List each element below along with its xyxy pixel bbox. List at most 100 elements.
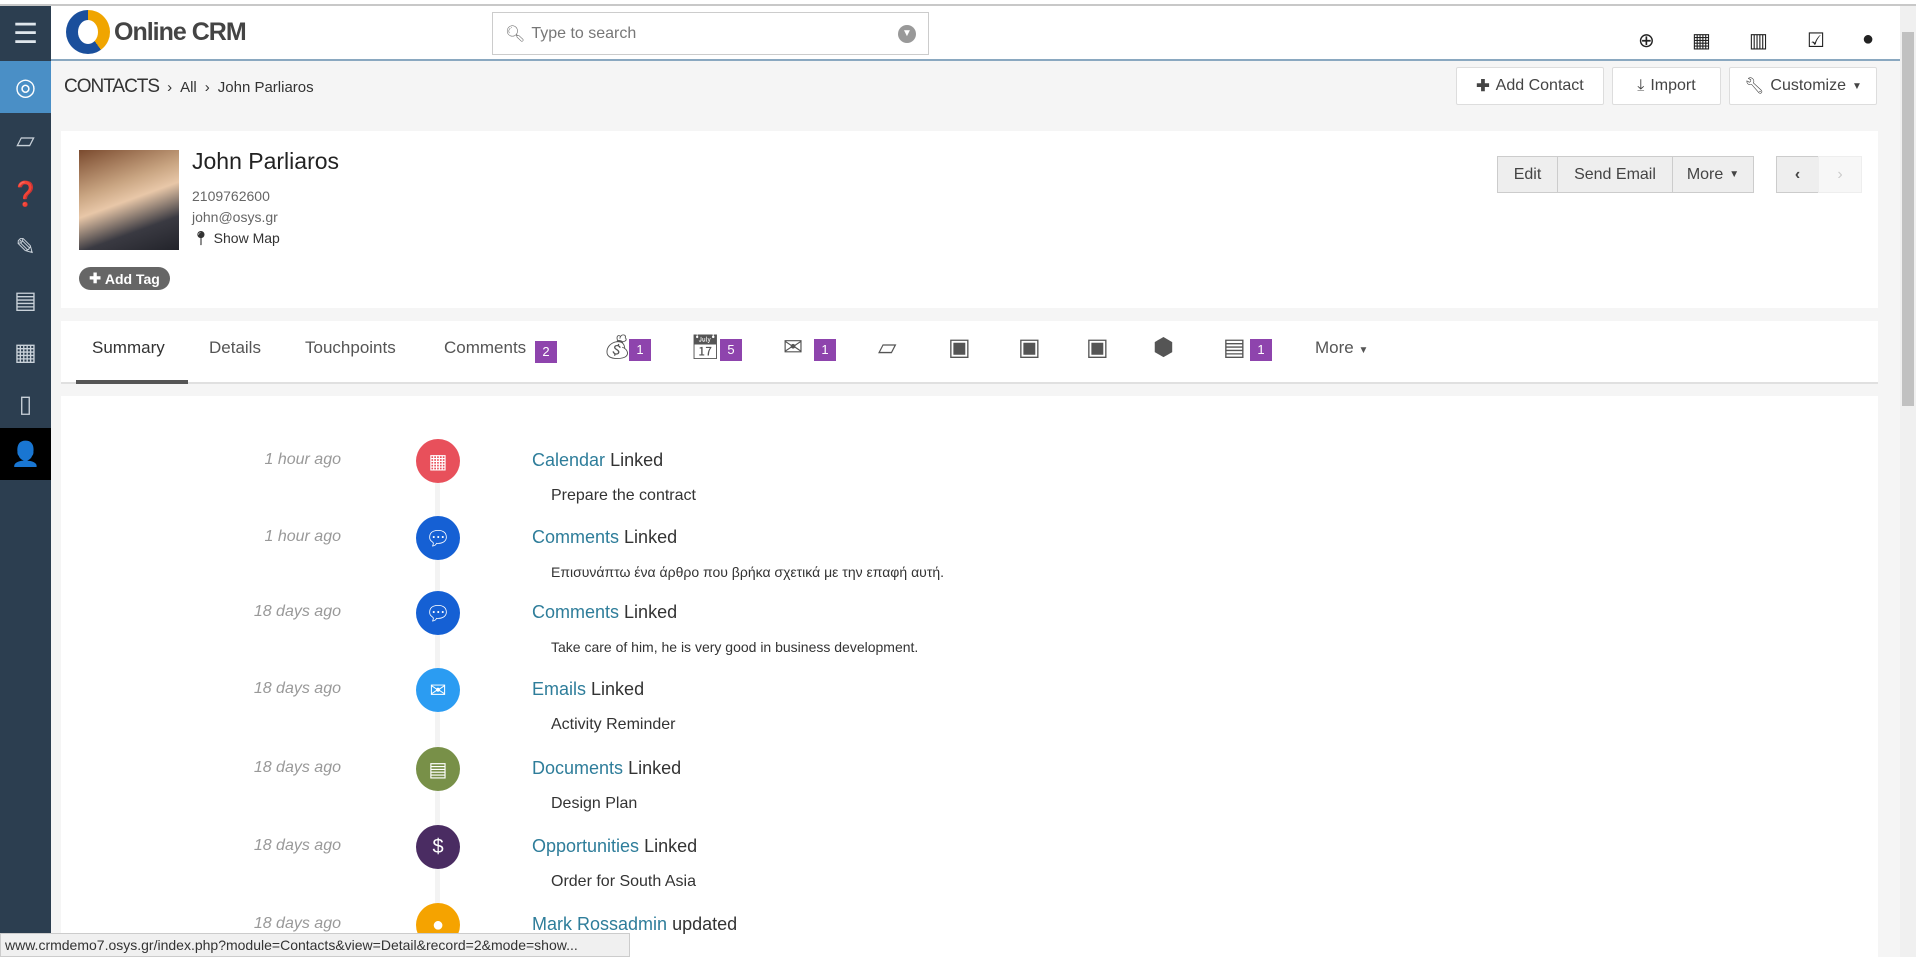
contact-email[interactable]: john@osys.gr — [192, 209, 278, 225]
timeline-detail: Design Plan — [551, 795, 638, 812]
summary-timeline — [61, 396, 1878, 957]
menu-icon[interactable]: ☰ — [0, 6, 51, 61]
tab-details[interactable]: Details — [209, 338, 261, 358]
caret-down-icon: ▼ — [1729, 169, 1740, 180]
logo-text: Online CRM — [114, 17, 247, 46]
edit-document-icon: ✎ — [15, 233, 36, 261]
timeline-module-link[interactable]: Comments — [532, 602, 619, 622]
tab-comments[interactable]: Comments — [444, 338, 526, 358]
search-input[interactable]: 🔍︎ Type to search ▼ — [492, 12, 929, 55]
edit-button[interactable]: Edit — [1497, 156, 1558, 193]
comments-icon: 💬︎ — [416, 591, 460, 635]
timeline-time: 18 days ago — [253, 680, 341, 697]
sidebar-item-notes[interactable]: ✎ — [0, 221, 51, 273]
tab-calendar-icon[interactable]: 📅︎ — [690, 333, 720, 362]
timeline-title: Calendar Linked — [532, 450, 663, 471]
timeline-title: Opportunities Linked — [532, 836, 697, 857]
mobile-icon: ▯ — [18, 390, 33, 418]
person-icon: 👤 — [10, 440, 41, 468]
checkbox-icon[interactable]: ☑ — [1807, 28, 1825, 53]
tab-emails-envelope-icon[interactable]: ✉ — [783, 333, 803, 362]
add-contact-button[interactable]: ✚ Add Contact — [1456, 67, 1604, 105]
more-button[interactable]: More ▼ — [1672, 156, 1754, 193]
plus-icon: ✚ — [89, 270, 105, 286]
timeline-module-link[interactable]: Opportunities — [532, 836, 639, 856]
sidebar-item-cabinet[interactable]: ▤ — [0, 274, 51, 326]
plus-icon: ✚ — [1476, 78, 1490, 95]
previous-record-button[interactable]: ‹ — [1776, 156, 1819, 193]
tab-products-box-icon[interactable]: ⬢ — [1153, 333, 1174, 362]
tab-quotes-icon[interactable]: ▣ — [948, 333, 971, 362]
calendar-icon: ▦ — [416, 439, 460, 483]
question-book-icon: ❓ — [10, 180, 41, 208]
chevron-right-icon: › — [167, 78, 173, 96]
tab-more[interactable]: More ▼ — [1315, 338, 1368, 358]
timeline-time: 1 hour ago — [264, 451, 341, 468]
sidebar-item-support[interactable]: ◎ — [0, 61, 51, 113]
opportunities-count-badge: 1 — [629, 339, 651, 361]
tab-touchpoints[interactable]: Touchpoints — [305, 338, 396, 358]
timeline-module-link[interactable]: Calendar — [532, 450, 605, 470]
tab-tickets-icon[interactable]: ▱ — [878, 333, 896, 362]
breadcrumb-all[interactable]: All — [180, 79, 197, 96]
timeline-title: Documents Linked — [532, 758, 681, 779]
breadcrumb-module[interactable]: CONTACTS — [64, 76, 160, 98]
wrench-icon: 🔧︎ — [1744, 78, 1765, 95]
calendar-count-badge: 5 — [720, 339, 742, 361]
timeline-time: 1 hour ago — [264, 528, 341, 545]
sidebar: ☰ ◎ ▱ ❓ ✎ ▤ ▦ ▯ 👤 — [0, 6, 51, 957]
customize-button[interactable]: 🔧︎ Customize ▼ — [1729, 67, 1877, 105]
building-icon: ▦ — [14, 338, 37, 366]
timeline-title: Comments Linked — [532, 527, 677, 548]
add-tag-label: Add Tag — [104, 270, 160, 287]
browser-status-url: www.crmdemo7.osys.gr/index.php?module=Co… — [0, 933, 630, 957]
tab-opportunities-money-bag-icon[interactable]: 💰︎ — [602, 333, 632, 362]
next-record-button[interactable]: › — [1818, 156, 1862, 193]
caret-down-icon: ▼ — [1358, 345, 1369, 356]
calendar-icon[interactable]: ▦ — [1692, 28, 1711, 53]
tabs-divider — [61, 382, 1878, 384]
timeline-action: Linked — [644, 836, 698, 856]
timeline-module-link[interactable]: Emails — [532, 679, 586, 699]
sidebar-item-contacts[interactable]: 👤 — [0, 428, 51, 480]
tab-purchase-orders-icon[interactable]: ▣ — [1018, 333, 1041, 362]
timeline-title: Emails Linked — [532, 679, 644, 700]
timeline-module-link[interactable]: Mark Rossadmin — [532, 914, 667, 934]
breadcrumb-record: John Parliaros — [217, 78, 314, 96]
timeline-action: updated — [672, 914, 738, 934]
more-label: More — [1686, 165, 1724, 183]
add-tag-button[interactable]: ✚ Add Tag — [79, 267, 170, 290]
show-map-label: Show Map — [213, 230, 280, 246]
scrollbar[interactable] — [1900, 6, 1916, 957]
sidebar-item-mobile[interactable]: ▯ — [0, 378, 51, 430]
logo-mark-icon — [66, 10, 110, 54]
timeline-action: Linked — [624, 527, 678, 547]
add-contact-label: Add Contact — [1495, 77, 1584, 94]
timeline-detail: Order for South Asia — [551, 873, 696, 890]
sidebar-item-tickets[interactable]: ▱ — [0, 114, 51, 166]
plus-circle-icon[interactable]: ⊕ — [1638, 28, 1655, 53]
tab-more-label: More — [1315, 338, 1354, 357]
sidebar-item-organizations[interactable]: ▦ — [0, 326, 51, 378]
timeline-module-link[interactable]: Comments — [532, 527, 619, 547]
timeline-module-link[interactable]: Documents — [532, 758, 623, 778]
money-bag-icon: $ — [416, 825, 460, 869]
contact-phone[interactable]: 2109762600 — [192, 188, 270, 204]
sidebar-item-faq[interactable]: ❓ — [0, 168, 51, 220]
import-button[interactable]: ⤓ Import — [1612, 67, 1721, 105]
tab-sales-orders-icon[interactable]: ▣ — [1086, 333, 1109, 362]
chevron-down-icon[interactable]: ▼ — [898, 24, 916, 43]
show-map-link[interactable]: 📍︎ Show Map — [192, 230, 280, 247]
lifebuoy-icon: ◎ — [15, 73, 36, 101]
timeline-action: Linked — [628, 758, 682, 778]
tab-documents-icon[interactable]: ▤ — [1223, 333, 1246, 362]
user-icon[interactable]: ● — [1862, 28, 1874, 51]
send-email-button[interactable]: Send Email — [1557, 156, 1673, 193]
tab-summary[interactable]: Summary — [92, 338, 165, 358]
logo[interactable]: Online CRM — [66, 10, 247, 54]
timeline-time: 18 days ago — [253, 837, 341, 854]
scrollbar-thumb[interactable] — [1902, 32, 1914, 406]
bar-chart-icon[interactable]: ▥ — [1749, 28, 1768, 53]
top-bar: ⊕ ▦ ▥ ☑ ● — [51, 6, 1900, 61]
comments-count-badge: 2 — [535, 341, 557, 363]
